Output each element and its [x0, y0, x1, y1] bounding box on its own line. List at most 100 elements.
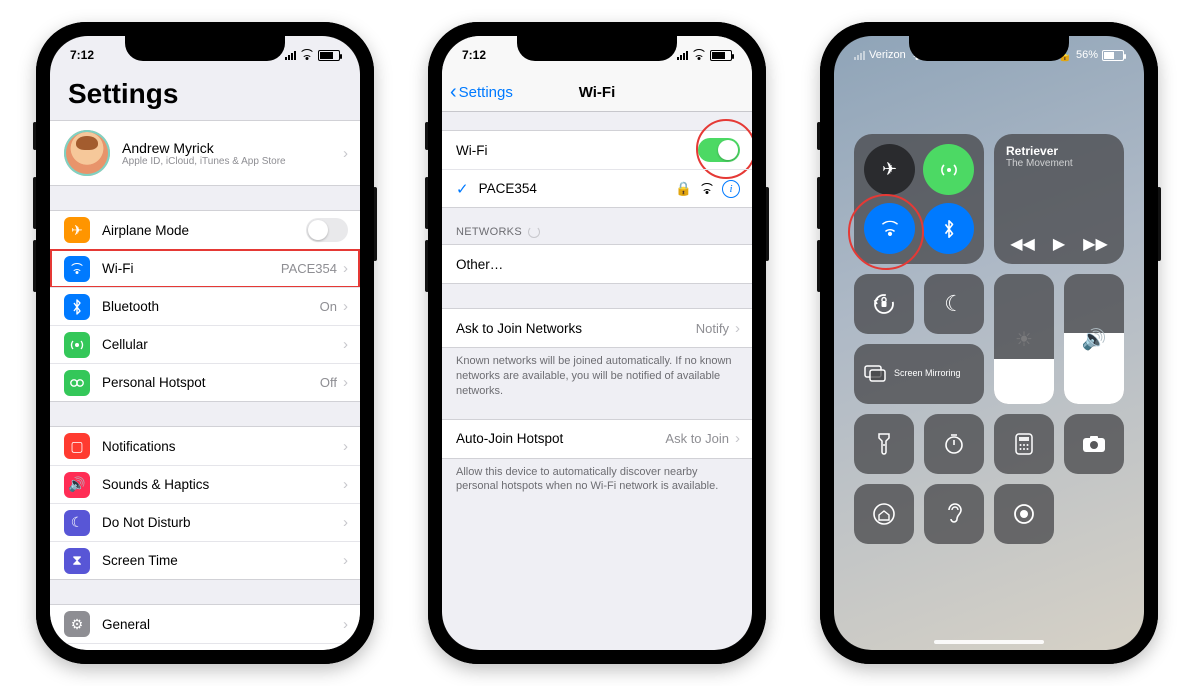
chevron-left-icon: ‹: [450, 81, 457, 104]
cellular-signal-icon: [854, 50, 865, 60]
cellular-signal-icon: [285, 50, 296, 60]
do-not-disturb-button[interactable]: ☾: [924, 274, 984, 334]
battery-icon: [1102, 50, 1124, 61]
timer-button[interactable]: [924, 414, 984, 474]
status-time: 7:12: [70, 48, 94, 62]
airplane-mode-switch[interactable]: [306, 218, 348, 242]
screen-mirroring-icon: [864, 365, 886, 383]
chevron-right-icon: ›: [343, 374, 348, 391]
calculator-button[interactable]: [994, 414, 1054, 474]
media-title: Retriever: [1006, 144, 1112, 158]
phone-control-center: Verizon 🔒 56% ✈: [820, 22, 1158, 664]
sounds-row[interactable]: 🔊 Sounds & Haptics ›: [50, 465, 360, 503]
play-icon[interactable]: ▶: [1053, 234, 1065, 254]
ask-footnote: Known networks will be joined automatica…: [442, 348, 752, 399]
wifi-button[interactable]: [864, 203, 915, 254]
dnd-row[interactable]: ☾ Do Not Disturb ›: [50, 503, 360, 541]
control-center-row[interactable]: ☰ Control Center ›: [50, 643, 360, 650]
networks-group: Other…: [442, 244, 752, 284]
page-title: Settings: [50, 74, 360, 120]
apple-id-row[interactable]: Andrew Myrick Apple ID, iCloud, iTunes &…: [50, 121, 360, 185]
carrier-label: Verizon: [869, 49, 906, 61]
wifi-signal-icon: [700, 184, 714, 194]
media-artist: The Movement: [1006, 158, 1112, 169]
phone-wifi-settings: 7:12 ‹ Settings Wi-Fi Wi-Fi ✓ PACE: [428, 22, 766, 664]
flashlight-button[interactable]: [854, 414, 914, 474]
wifi-row[interactable]: Wi-Fi PACE354 ›: [50, 249, 360, 287]
gear-icon: ⚙: [64, 611, 90, 637]
cellular-signal-icon: [677, 50, 688, 60]
general-group: ⚙ General › ☰ Control Center ›: [50, 604, 360, 650]
wifi-toggle-group: Wi-Fi ✓ PACE354 🔒 i: [442, 130, 752, 208]
bluetooth-icon: [64, 294, 90, 320]
spinner-icon: [528, 226, 540, 238]
brightness-icon: ☀: [1015, 327, 1033, 352]
home-indicator[interactable]: [934, 640, 1044, 644]
screen-time-row[interactable]: ⧗ Screen Time ›: [50, 541, 360, 579]
lock-icon: 🔒: [675, 181, 692, 197]
media-tile[interactable]: Retriever The Movement ◀◀ ▶ ▶▶: [994, 134, 1124, 264]
auto-group: Auto-Join Hotspot Ask to Join ›: [442, 419, 752, 459]
screen-mirroring-button[interactable]: Screen Mirroring: [854, 344, 984, 404]
checkmark-icon: ✓: [456, 180, 469, 198]
rewind-icon[interactable]: ◀◀: [1010, 234, 1035, 254]
volume-slider[interactable]: 🔊: [1064, 274, 1124, 404]
profile-subtitle: Apple ID, iCloud, iTunes & App Store: [122, 156, 343, 167]
ask-group: Ask to Join Networks Notify ›: [442, 308, 752, 348]
volume-icon: 🔊: [1082, 327, 1107, 352]
sliders-icon: ☰: [64, 650, 90, 651]
wifi-icon: [692, 50, 706, 60]
antenna-icon: [64, 332, 90, 358]
back-button[interactable]: ‹ Settings: [450, 81, 513, 104]
battery-icon: [318, 50, 340, 61]
ask-to-join-row[interactable]: Ask to Join Networks Notify ›: [442, 309, 752, 347]
battery-icon: [710, 50, 732, 61]
camera-button[interactable]: [1064, 414, 1124, 474]
hotspot-icon: [64, 370, 90, 396]
networks-header: NETWORKS: [442, 208, 752, 244]
screen-record-button[interactable]: [994, 484, 1054, 544]
profile-name: Andrew Myrick: [122, 140, 343, 156]
wifi-toggle-row[interactable]: Wi-Fi: [442, 131, 752, 169]
auto-join-hotspot-row[interactable]: Auto-Join Hotspot Ask to Join ›: [442, 420, 752, 458]
alerts-group: ▢ Notifications › 🔊 Sounds & Haptics › ☾…: [50, 426, 360, 580]
airplane-mode-row[interactable]: ✈ Airplane Mode: [50, 211, 360, 249]
other-network-row[interactable]: Other…: [442, 245, 752, 283]
nav-title: Wi-Fi: [579, 84, 616, 101]
chevron-right-icon: ›: [343, 145, 348, 162]
wifi-icon: [300, 50, 314, 60]
wifi-switch[interactable]: [698, 138, 740, 162]
general-row[interactable]: ⚙ General ›: [50, 605, 360, 643]
bluetooth-row[interactable]: Bluetooth On ›: [50, 287, 360, 325]
forward-icon[interactable]: ▶▶: [1083, 234, 1108, 254]
hearing-button[interactable]: [924, 484, 984, 544]
notifications-icon: ▢: [64, 433, 90, 459]
battery-label: 56%: [1076, 49, 1098, 61]
avatar-icon: [64, 130, 110, 176]
airplane-mode-button[interactable]: ✈: [864, 144, 915, 195]
home-button[interactable]: [854, 484, 914, 544]
bluetooth-button[interactable]: [923, 203, 974, 254]
wifi-icon: [64, 256, 90, 282]
cellular-data-button[interactable]: [923, 144, 974, 195]
info-icon[interactable]: i: [722, 180, 740, 198]
status-time: 7:12: [462, 48, 486, 62]
notifications-row[interactable]: ▢ Notifications ›: [50, 427, 360, 465]
chevron-right-icon: ›: [343, 298, 348, 315]
speaker-icon: 🔊: [64, 472, 90, 498]
connected-network-row[interactable]: ✓ PACE354 🔒 i: [442, 169, 752, 207]
chevron-right-icon: ›: [343, 260, 348, 277]
chevron-right-icon: ›: [343, 336, 348, 353]
profile-group: Andrew Myrick Apple ID, iCloud, iTunes &…: [50, 120, 360, 186]
hourglass-icon: ⧗: [64, 548, 90, 574]
connectivity-tile: ✈: [854, 134, 984, 264]
personal-hotspot-row[interactable]: Personal Hotspot Off ›: [50, 363, 360, 401]
brightness-slider[interactable]: ☀: [994, 274, 1054, 404]
connectivity-group: ✈ Airplane Mode Wi-Fi PACE354 › Bluetoot…: [50, 210, 360, 402]
phone-settings: 7:12 Settings Andrew Myrick Apple ID, iC…: [36, 22, 374, 664]
auto-footnote: Allow this device to automatically disco…: [442, 459, 752, 495]
airplane-icon: ✈: [64, 217, 90, 243]
orientation-lock-button[interactable]: [854, 274, 914, 334]
nav-bar: ‹ Settings Wi-Fi: [442, 74, 752, 112]
cellular-row[interactable]: Cellular ›: [50, 325, 360, 363]
